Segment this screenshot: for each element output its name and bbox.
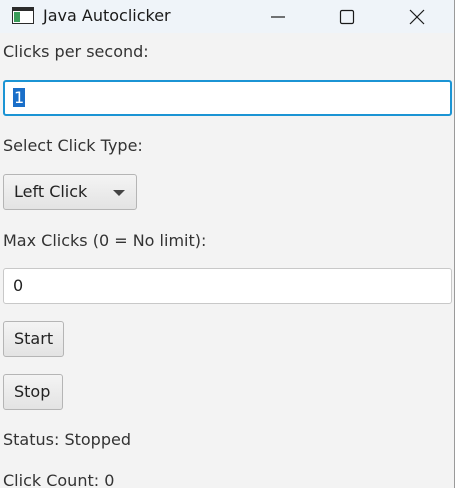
stop-button[interactable]: Stop bbox=[3, 374, 63, 410]
close-button[interactable] bbox=[394, 0, 440, 33]
close-icon bbox=[409, 9, 425, 24]
click-type-label: Select Click Type: bbox=[3, 136, 143, 155]
max-clicks-input[interactable]: 0 bbox=[3, 268, 452, 304]
click-type-select[interactable]: Left Click bbox=[3, 174, 137, 210]
max-clicks-label: Max Clicks (0 = No limit): bbox=[3, 231, 207, 250]
minimize-button[interactable] bbox=[255, 0, 301, 33]
click-count-text: Click Count: 0 bbox=[3, 471, 115, 488]
maximize-button[interactable] bbox=[324, 0, 370, 33]
stop-button-label: Stop bbox=[14, 382, 51, 401]
minimize-icon bbox=[271, 15, 285, 18]
maximize-icon bbox=[339, 9, 355, 24]
window-title: Java Autoclicker bbox=[43, 6, 171, 25]
start-button[interactable]: Start bbox=[3, 321, 64, 357]
autoclicker-window: Java Autoclicker Clicks per second: 1 Se… bbox=[0, 0, 455, 488]
cps-input-value: 1 bbox=[13, 88, 26, 107]
java-app-icon bbox=[12, 7, 34, 24]
max-clicks-value: 0 bbox=[13, 276, 24, 295]
status-text: Status: Stopped bbox=[3, 430, 131, 449]
start-button-label: Start bbox=[14, 329, 54, 348]
click-type-selected: Left Click bbox=[14, 182, 88, 201]
chevron-down-icon bbox=[113, 190, 125, 196]
title-bar[interactable]: Java Autoclicker bbox=[0, 0, 454, 33]
cps-input[interactable]: 1 bbox=[3, 80, 452, 116]
cps-label: Clicks per second: bbox=[3, 42, 149, 61]
